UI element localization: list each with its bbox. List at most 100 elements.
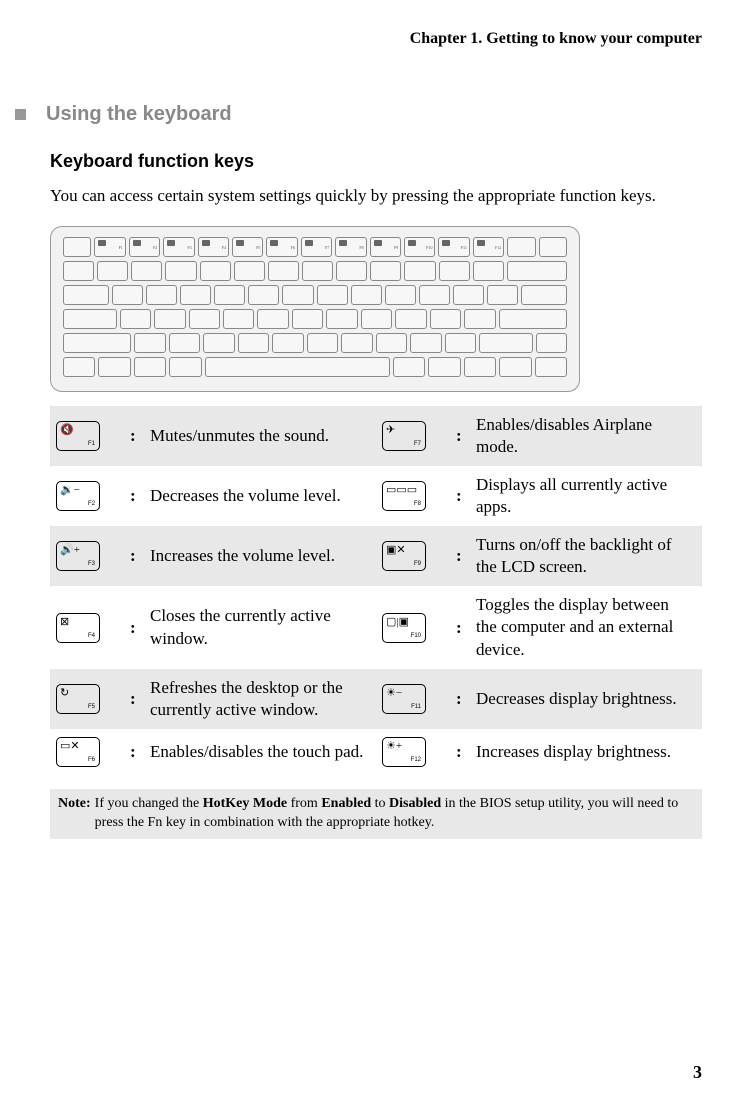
function-key-row: ⊠F4:Closes the currently active window.▢… (50, 586, 702, 668)
key-glyph-icon: ☀+ (386, 741, 402, 752)
note-box: Note: If you changed the HotKey Mode fro… (50, 789, 702, 839)
key-cell: ✈F7 (376, 406, 456, 466)
keyboard-key (499, 357, 531, 377)
key-cell: ▭▭▭F8 (376, 466, 456, 526)
keyboard-key (214, 285, 245, 305)
intro-text: You can access certain system settings q… (50, 184, 702, 208)
keyboard-key (180, 285, 211, 305)
keyboard-diagram: F1 F2 F3 F4 F5 F6 F7 F8 F9 F10 F11 F12 (50, 226, 580, 392)
colon: : (130, 669, 146, 729)
keyboard-key (223, 309, 254, 329)
subsection-title: Keyboard function keys (50, 151, 702, 172)
section-title: Using the keyboard (46, 103, 232, 126)
f10-key: F10 (404, 237, 435, 257)
key-glyph-icon: 🔉− (60, 485, 80, 496)
key-label: F10 (411, 633, 421, 639)
note-label: Note: (58, 795, 91, 833)
keyboard-key (257, 309, 288, 329)
key-description: Increases display brightness. (472, 729, 702, 775)
key-description: Refreshes the desktop or the currently a… (146, 669, 376, 729)
key-cell: ⊠F4 (50, 586, 130, 668)
f8-key-icon: ▭▭▭F8 (382, 481, 426, 511)
f3-key-icon: 🔊+F3 (56, 541, 100, 571)
keyboard-key (154, 309, 185, 329)
key-glyph-icon: ▣✕ (386, 545, 406, 556)
keyboard-key (419, 285, 450, 305)
page-number: 3 (693, 1062, 702, 1083)
keyboard-key (535, 357, 567, 377)
keyboard-spacebar (205, 357, 390, 377)
f12-key-icon: ☀+F12 (382, 737, 426, 767)
keyboard-key (200, 261, 231, 281)
key-glyph-icon: ☀− (386, 688, 402, 699)
key-cell: 🔉− F2 (50, 466, 130, 526)
keyboard-key (302, 261, 333, 281)
keyboard-key (134, 333, 165, 353)
f11-key-icon: ☀− F11 (382, 684, 426, 714)
key-label: F5 (88, 704, 95, 710)
f7-key-icon: ✈F7 (382, 421, 426, 451)
colon: : (456, 669, 472, 729)
key-glyph-icon: ⊠ (60, 617, 69, 628)
keyboard-key (507, 237, 535, 257)
key-cell: ▣✕F9 (376, 526, 456, 586)
keyboard-key (341, 333, 372, 353)
key-description: Turns on/off the backlight of the LCD sc… (472, 526, 702, 586)
note-text: If you changed the HotKey Mode from Enab… (95, 795, 694, 833)
key-glyph-icon: 🔇 (60, 425, 74, 436)
colon: : (456, 406, 472, 466)
key-description: Decreases display brightness. (472, 669, 702, 729)
function-key-table: 🔇F1:Mutes/unmutes the sound.✈F7:Enables/… (50, 406, 702, 775)
key-label: F2 (88, 501, 95, 507)
key-cell: 🔊+F3 (50, 526, 130, 586)
key-cell: ☀− F11 (376, 669, 456, 729)
keyboard-key (453, 285, 484, 305)
f9-key-icon: ▣✕F9 (382, 541, 426, 571)
keyboard-key (385, 285, 416, 305)
key-cell: ↻F5 (50, 669, 130, 729)
keyboard-key (351, 285, 382, 305)
f6-key: F6 (266, 237, 297, 257)
chapter-header: Chapter 1. Getting to know your computer (15, 30, 702, 48)
keyboard-key (536, 333, 567, 353)
keyboard-key (292, 309, 323, 329)
f5-key-icon: ↻F5 (56, 684, 100, 714)
keyboard-key (499, 309, 567, 329)
f12-key: F12 (473, 237, 504, 257)
keyboard-key (393, 357, 425, 377)
keyboard-key (189, 309, 220, 329)
keyboard-key (307, 333, 338, 353)
keyboard-key (97, 261, 128, 281)
keyboard-key (169, 357, 201, 377)
key-cell: ☀+F12 (376, 729, 456, 775)
keyboard-key (282, 285, 313, 305)
colon: : (456, 729, 472, 775)
key-cell: 🔇F1 (50, 406, 130, 466)
key-cell: ▭✕F6 (50, 729, 130, 775)
keyboard-key (146, 285, 177, 305)
keyboard-key (203, 333, 234, 353)
keyboard-key (336, 261, 367, 281)
keyboard-key (410, 333, 441, 353)
colon: : (456, 586, 472, 668)
key-description: Increases the volume level. (146, 526, 376, 586)
f2-key: F2 (129, 237, 160, 257)
key-cell: ▢|▣F10 (376, 586, 456, 668)
keyboard-key (165, 261, 196, 281)
keyboard-key (120, 309, 151, 329)
key-description: Decreases the volume level. (146, 466, 376, 526)
key-description: Toggles the display between the computer… (472, 586, 702, 668)
f4-key: F4 (198, 237, 229, 257)
f1-key: F1 (94, 237, 125, 257)
keyboard-key (63, 285, 109, 305)
key-label: F3 (88, 561, 95, 567)
f10-key-icon: ▢|▣F10 (382, 613, 426, 643)
keyboard-key (521, 285, 567, 305)
function-key-row: ▭✕F6:Enables/disables the touch pad.☀+F1… (50, 729, 702, 775)
keyboard-key (361, 309, 392, 329)
function-key-row: ↻F5:Refreshes the desktop or the current… (50, 669, 702, 729)
bullet-icon (15, 109, 26, 120)
colon: : (130, 406, 146, 466)
keyboard-key (63, 261, 94, 281)
key-label: F11 (411, 704, 421, 710)
